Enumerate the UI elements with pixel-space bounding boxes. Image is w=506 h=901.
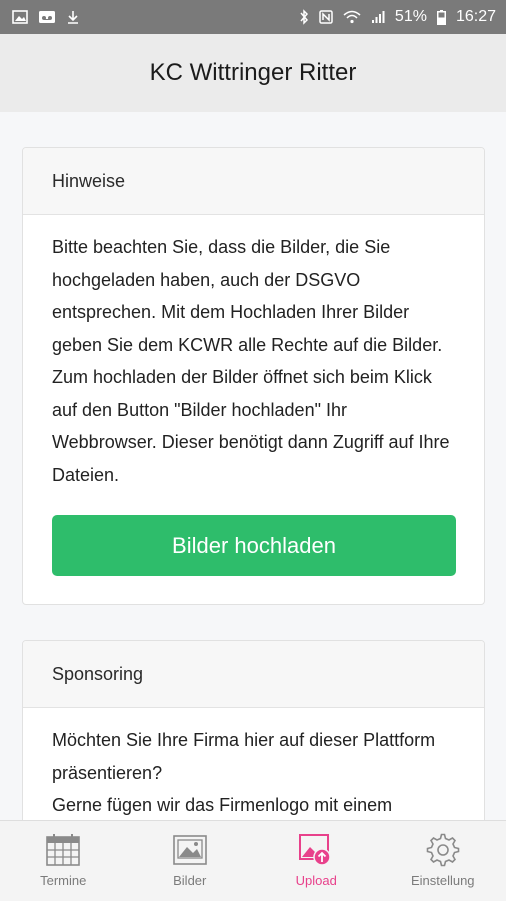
app-header: KC Wittringer Ritter bbox=[0, 34, 506, 112]
tab-bilder[interactable]: Bilder bbox=[127, 821, 254, 901]
download-icon bbox=[66, 10, 80, 24]
status-bar-right: 51% 16:27 bbox=[299, 8, 496, 26]
page-title: KC Wittringer Ritter bbox=[150, 59, 357, 87]
status-bar: 51% 16:27 bbox=[0, 0, 506, 34]
content-scroll-area[interactable]: Hinweise Bitte beachten Sie, dass die Bi… bbox=[0, 112, 506, 820]
hinweise-text: Bitte beachten Sie, dass die Bilder, die… bbox=[52, 231, 455, 491]
tab-einstellung[interactable]: Einstellung bbox=[380, 821, 506, 901]
status-bar-left bbox=[12, 10, 80, 24]
sponsoring-text-line1: Möchten Sie Ihre Firma hier auf dieser P… bbox=[52, 724, 455, 789]
bottom-tab-bar: Termine Bilder Upload Einstellung bbox=[0, 820, 506, 901]
tab-einstellung-label: Einstellung bbox=[411, 873, 475, 888]
sponsoring-card-title: Sponsoring bbox=[52, 664, 143, 685]
image-icon bbox=[12, 10, 28, 24]
clock: 16:27 bbox=[456, 8, 496, 26]
tab-termine-label: Termine bbox=[40, 873, 86, 888]
gear-icon bbox=[426, 833, 460, 867]
wifi-icon bbox=[343, 10, 361, 24]
bluetooth-icon bbox=[299, 9, 309, 25]
voicemail-icon bbox=[38, 10, 56, 24]
tab-upload-label: Upload bbox=[296, 873, 337, 888]
hinweise-card-header: Hinweise bbox=[23, 148, 484, 215]
upload-image-icon bbox=[298, 833, 334, 867]
sponsoring-text-line2: Gerne fügen wir das Firmenlogo mit einem bbox=[52, 789, 455, 820]
hinweise-card-title: Hinweise bbox=[52, 171, 125, 192]
signal-icon bbox=[371, 10, 385, 24]
battery-percent: 51% bbox=[395, 8, 427, 26]
tab-termine[interactable]: Termine bbox=[0, 821, 127, 901]
hinweise-card: Hinweise Bitte beachten Sie, dass die Bi… bbox=[22, 147, 485, 605]
nfc-icon bbox=[319, 10, 333, 24]
calendar-icon bbox=[45, 833, 81, 867]
picture-icon bbox=[172, 833, 208, 867]
upload-images-button[interactable]: Bilder hochladen bbox=[52, 515, 456, 576]
sponsoring-card: Sponsoring Möchten Sie Ihre Firma hier a… bbox=[22, 640, 485, 820]
sponsoring-card-body: Möchten Sie Ihre Firma hier auf dieser P… bbox=[23, 708, 484, 820]
tab-upload[interactable]: Upload bbox=[253, 821, 380, 901]
sponsoring-card-header: Sponsoring bbox=[23, 641, 484, 708]
battery-icon bbox=[437, 10, 446, 25]
tab-bilder-label: Bilder bbox=[173, 873, 206, 888]
hinweise-card-body: Bitte beachten Sie, dass die Bilder, die… bbox=[23, 215, 484, 576]
